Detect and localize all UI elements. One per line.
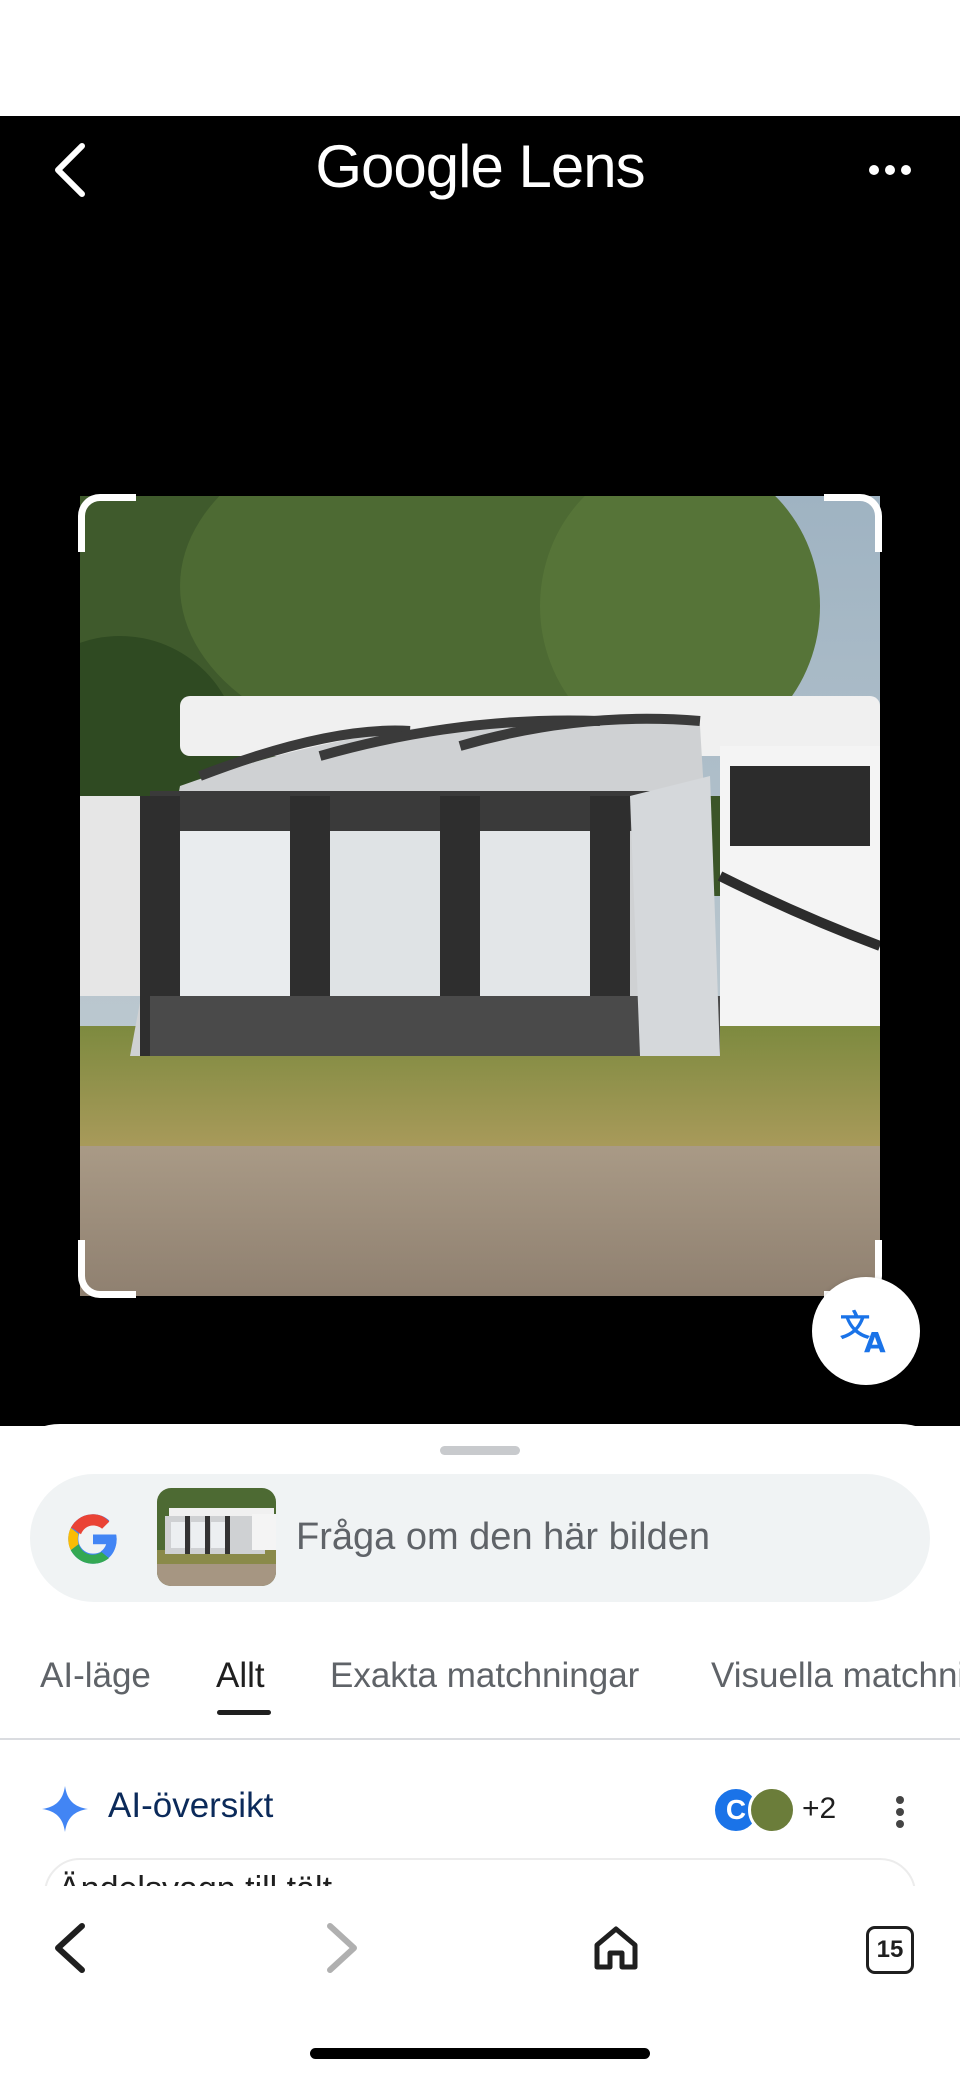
status-bar xyxy=(0,0,960,116)
tab-all[interactable]: Allt xyxy=(216,1656,265,1696)
browser-home-button[interactable] xyxy=(580,1912,652,1984)
home-indicator[interactable] xyxy=(310,2048,650,2059)
home-icon xyxy=(594,1926,638,1970)
google-lens-page: Google Lens 文 A Fråga om den här bilden … xyxy=(0,0,960,2078)
title-brand: Google xyxy=(315,133,503,200)
query-image-thumbnail xyxy=(157,1488,276,1586)
sparkle-icon xyxy=(42,1786,88,1832)
browser-forward-button[interactable] xyxy=(306,1912,378,1984)
active-tab-indicator xyxy=(217,1710,271,1715)
search-placeholder: Fråga om den här bilden xyxy=(296,1516,711,1558)
page-title: Google Lens xyxy=(0,132,960,201)
sheet-drag-handle[interactable] xyxy=(440,1446,520,1455)
chevron-left-icon xyxy=(55,1923,85,1973)
awning-thumbnail-image xyxy=(157,1488,276,1586)
crop-handle-bottom-left[interactable] xyxy=(78,1240,136,1298)
tab-exact-matches[interactable]: Exakta matchningar xyxy=(330,1656,639,1696)
source-avatars[interactable]: C xyxy=(712,1786,802,1834)
svg-text:A: A xyxy=(864,1326,886,1356)
ai-overview-title: AI-översikt xyxy=(108,1786,274,1825)
more-sources-count[interactable]: +2 xyxy=(802,1792,836,1826)
more-options-button[interactable] xyxy=(860,144,920,196)
chevron-right-icon xyxy=(327,1923,357,1973)
more-vertical-icon xyxy=(896,1796,904,1828)
awning-tent-photo xyxy=(80,496,880,1296)
tab-visual-matches[interactable]: Visuella matchningar xyxy=(711,1656,960,1696)
browser-tabs-button[interactable]: 15 xyxy=(866,1926,914,1974)
browser-back-button[interactable] xyxy=(34,1912,106,1984)
ai-overview-menu-button[interactable] xyxy=(880,1790,920,1834)
more-horizontal-icon xyxy=(869,165,911,175)
google-g-icon xyxy=(68,1514,117,1564)
selected-image[interactable] xyxy=(80,496,880,1296)
crop-handle-top-right[interactable] xyxy=(824,494,882,552)
tab-ai-mode[interactable]: AI-läge xyxy=(40,1656,151,1696)
translate-button[interactable]: 文 A xyxy=(812,1277,920,1385)
source-avatar-2 xyxy=(748,1786,796,1834)
translate-icon: 文 A xyxy=(840,1309,886,1356)
crop-handle-top-left[interactable] xyxy=(78,494,136,552)
title-product: Lens xyxy=(518,133,646,200)
